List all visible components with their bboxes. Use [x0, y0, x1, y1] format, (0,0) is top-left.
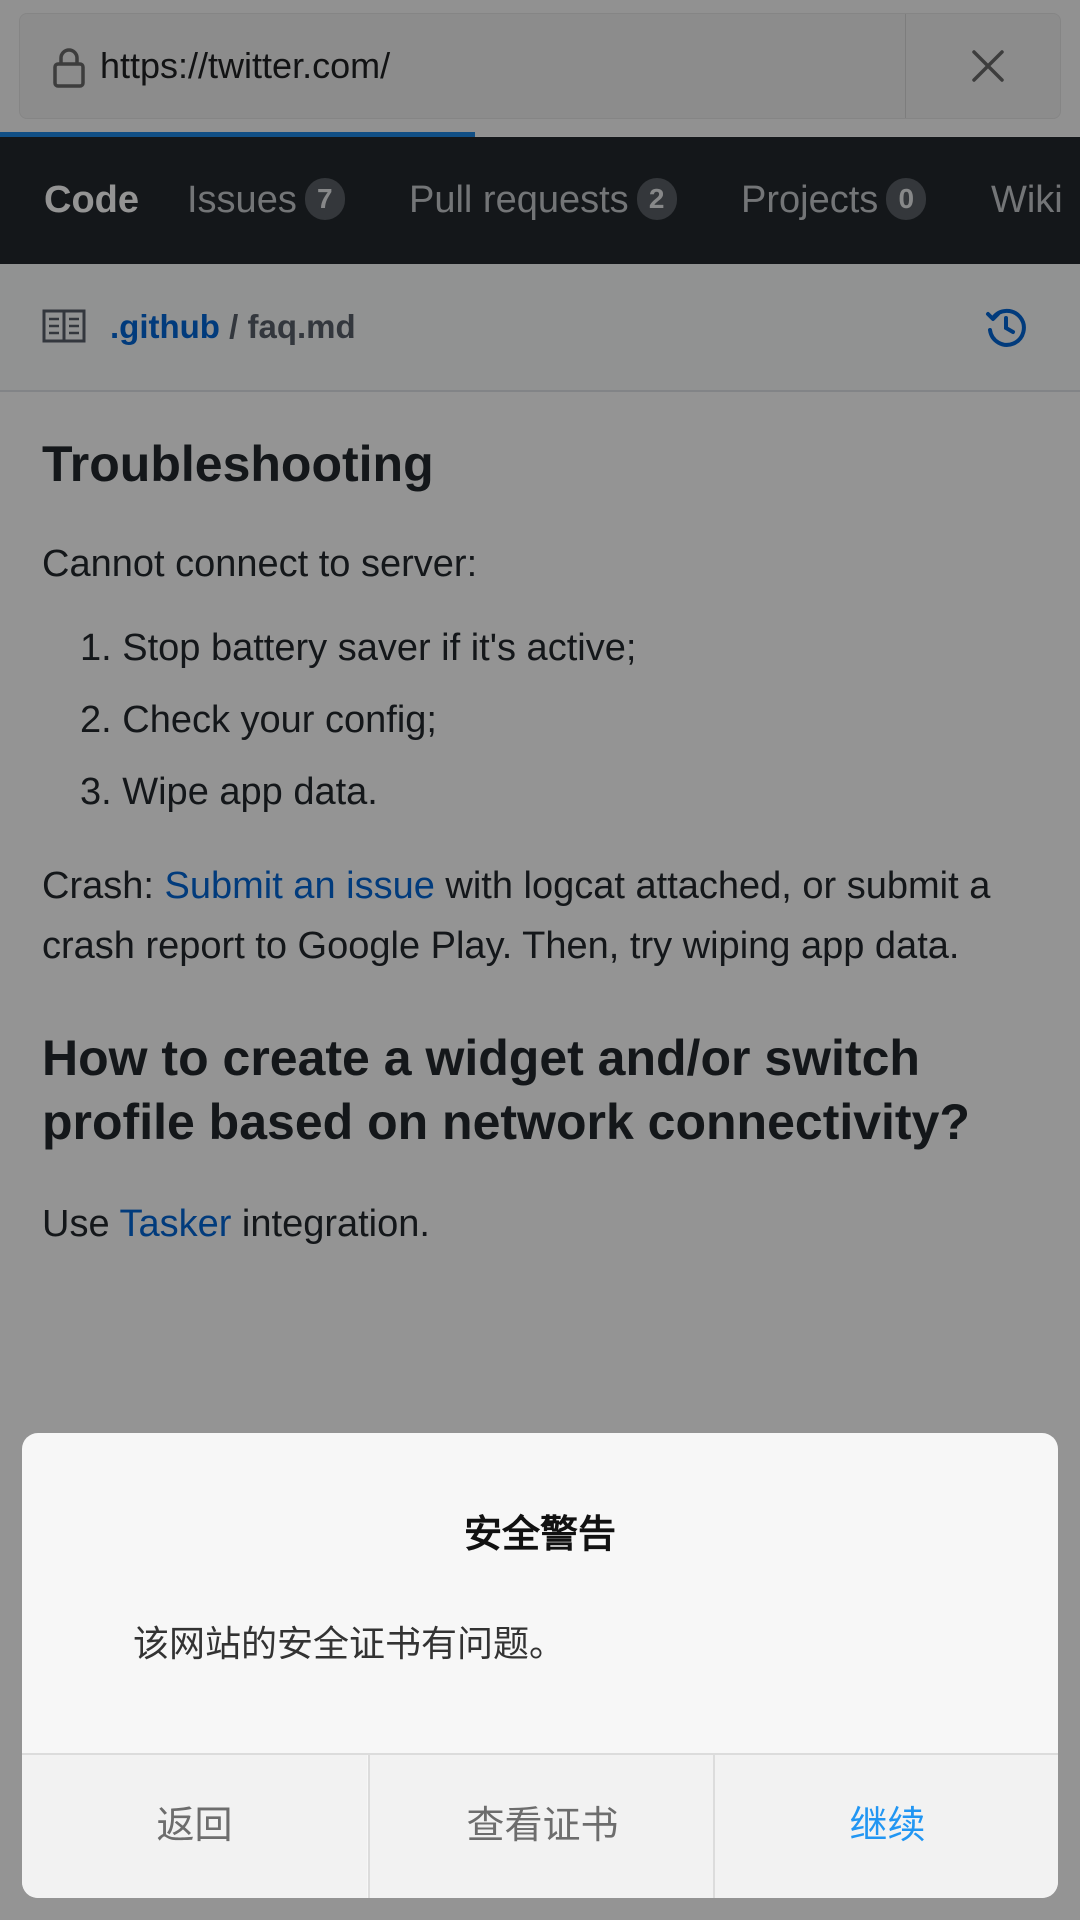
continue-button[interactable]: 继续 [713, 1755, 1058, 1898]
dialog-title: 安全警告 [463, 1514, 616, 1556]
back-button[interactable]: 返回 [22, 1755, 367, 1898]
dialog-message: 该网站的安全证书有问题。 [133, 1623, 566, 1664]
dialog-button-row: 返回 查看证书 继续 [22, 1753, 1058, 1898]
security-warning-dialog: 安全警告 该网站的安全证书有问题。 返回 查看证书 继续 [22, 1433, 1058, 1898]
view-certificate-button[interactable]: 查看证书 [368, 1755, 715, 1898]
